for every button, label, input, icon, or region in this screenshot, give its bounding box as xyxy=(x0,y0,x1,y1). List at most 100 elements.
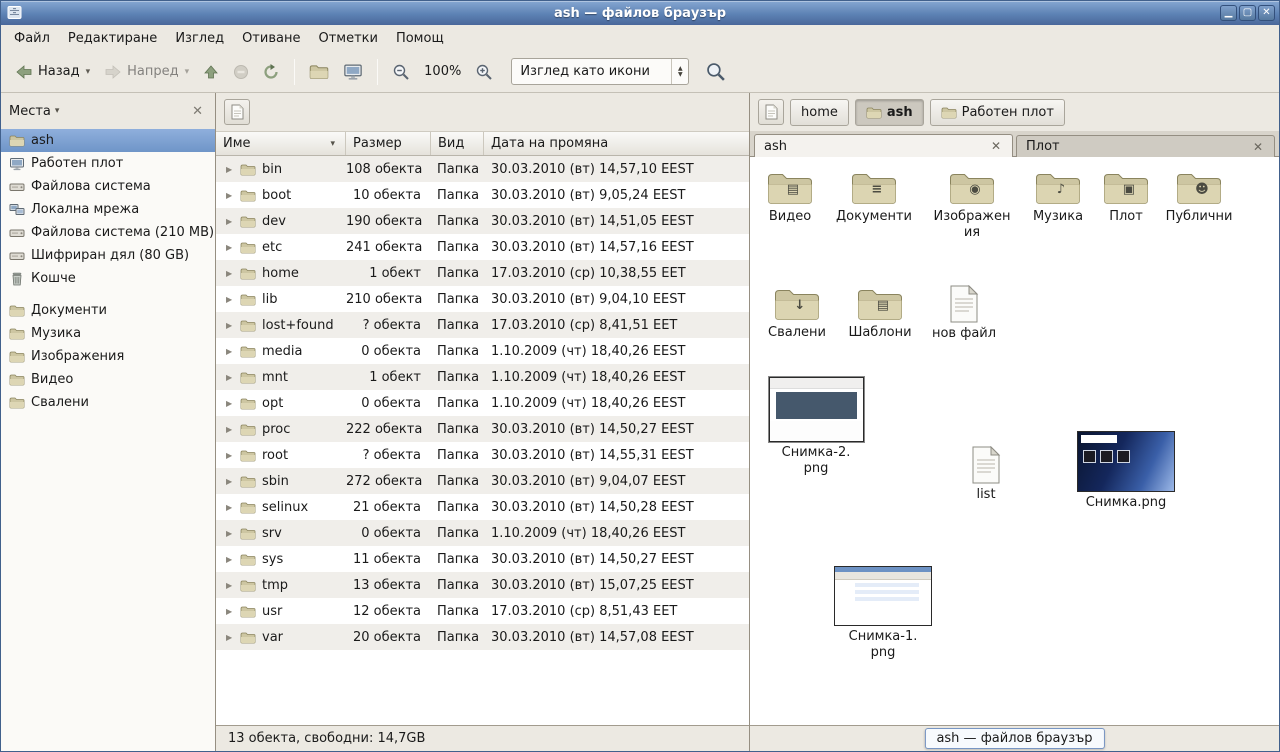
expander-icon[interactable]: ▶ xyxy=(226,295,234,304)
sidebar-item-Локална мрежа[interactable]: Локална мрежа xyxy=(1,198,215,221)
sidebar-item-Файлова система (210 MB)[interactable]: Файлова система (210 MB) xyxy=(1,221,215,244)
icon-item-list[interactable]: list xyxy=(946,446,1026,503)
expander-icon[interactable]: ▶ xyxy=(226,451,234,460)
sidebar-item-Изображения[interactable]: Изображения xyxy=(1,345,215,368)
sidebar-item-Видео[interactable]: Видео xyxy=(1,368,215,391)
icon-item-images[interactable]: ◉ Изображен ия xyxy=(928,169,1016,242)
icon-item-newfile[interactable]: нов файл xyxy=(924,285,1004,342)
expander-icon[interactable]: ▶ xyxy=(226,555,234,564)
table-row[interactable]: ▶var 20 обекта Папка 30.03.2010 (вт) 14,… xyxy=(216,624,749,650)
icon-item-docs[interactable]: ≡ Документи xyxy=(834,169,914,225)
table-row[interactable]: ▶dev 190 обекта Папка 30.03.2010 (вт) 14… xyxy=(216,208,749,234)
icon-item-plot[interactable]: ▣ Плот xyxy=(1086,169,1166,225)
tab-ash[interactable]: ash ✕ xyxy=(754,134,1013,157)
table-row[interactable]: ▶media 0 обекта Папка 1.10.2009 (чт) 18,… xyxy=(216,338,749,364)
search-button[interactable] xyxy=(701,57,730,86)
pane-location-button[interactable] xyxy=(758,99,784,125)
expander-icon[interactable]: ▶ xyxy=(226,165,234,174)
breadcrumb-home[interactable]: home xyxy=(790,99,849,126)
zoom-in-button[interactable] xyxy=(469,58,499,86)
expander-icon[interactable]: ▶ xyxy=(226,321,234,330)
table-row[interactable]: ▶lib 210 обекта Папка 30.03.2010 (вт) 9,… xyxy=(216,286,749,312)
menu-item-file[interactable]: Файл xyxy=(5,28,59,49)
table-row[interactable]: ▶boot 10 обекта Папка 30.03.2010 (вт) 9,… xyxy=(216,182,749,208)
location-toggle-button[interactable] xyxy=(224,99,250,125)
sidebar-item-Свалени[interactable]: Свалени xyxy=(1,391,215,414)
stop-button[interactable] xyxy=(227,59,255,85)
table-row[interactable]: ▶sbin 272 обекта Папка 30.03.2010 (вт) 9… xyxy=(216,468,749,494)
column-header-date[interactable]: Дата на промяна xyxy=(484,132,749,155)
expander-icon[interactable]: ▶ xyxy=(226,269,234,278)
sidebar-item-Документи[interactable]: Документи xyxy=(1,299,215,322)
sidebar-close-button[interactable]: ✕ xyxy=(188,102,207,121)
minimize-button[interactable]: ▁ xyxy=(1220,5,1237,21)
expander-icon[interactable]: ▶ xyxy=(226,607,234,616)
reload-button[interactable] xyxy=(257,59,286,85)
zoom-out-button[interactable] xyxy=(386,58,416,86)
table-row[interactable]: ▶proc 222 обекта Папка 30.03.2010 (вт) 1… xyxy=(216,416,749,442)
expander-icon[interactable]: ▶ xyxy=(226,373,234,382)
back-button[interactable]: Назад ▾ xyxy=(9,59,96,85)
expander-icon[interactable]: ▶ xyxy=(226,425,234,434)
table-row[interactable]: ▶bin 108 обекта Папка 30.03.2010 (вт) 14… xyxy=(216,156,749,182)
table-row[interactable]: ▶selinux 21 обекта Папка 30.03.2010 (вт)… xyxy=(216,494,749,520)
table-row[interactable]: ▶tmp 13 обекта Папка 30.03.2010 (вт) 15,… xyxy=(216,572,749,598)
expander-icon[interactable]: ▶ xyxy=(226,503,234,512)
sidebar-item-ash[interactable]: ash xyxy=(1,129,215,152)
sidebar-item-Работен плот[interactable]: Работен плот xyxy=(1,152,215,175)
expander-icon[interactable]: ▶ xyxy=(226,477,234,486)
icon-item-shot2[interactable]: Снимка-2. png xyxy=(764,377,868,478)
expander-icon[interactable]: ▶ xyxy=(226,191,234,200)
breadcrumb-ash[interactable]: ash xyxy=(855,99,924,126)
sidebar-item-Шифриран дял (80 GB)[interactable]: Шифриран дял (80 GB) xyxy=(1,244,215,267)
expander-icon[interactable]: ▶ xyxy=(226,529,234,538)
menu-item-bookmarks[interactable]: Отметки xyxy=(309,28,386,49)
menu-item-help[interactable]: Помощ xyxy=(387,28,453,49)
table-row[interactable]: ▶mnt 1 обект Папка 1.10.2009 (чт) 18,40,… xyxy=(216,364,749,390)
menu-item-view[interactable]: Изглед xyxy=(166,28,233,49)
forward-button[interactable]: Напред ▾ xyxy=(98,59,195,85)
icon-view[interactable]: ▤ Видео ≡ Документи ◉ Изображен ия ♪ Муз… xyxy=(750,157,1279,725)
icon-item-video[interactable]: ▤ Видео xyxy=(750,169,830,225)
sidebar-caret-icon[interactable]: ▾ xyxy=(55,106,60,116)
sidebar-item-Музика[interactable]: Музика xyxy=(1,322,215,345)
expander-icon[interactable]: ▶ xyxy=(226,347,234,356)
menu-item-go[interactable]: Отиване xyxy=(233,28,309,49)
column-header-size[interactable]: Размер xyxy=(346,132,431,155)
table-row[interactable]: ▶usr 12 обекта Папка 17.03.2010 (ср) 8,5… xyxy=(216,598,749,624)
table-row[interactable]: ▶opt 0 обекта Папка 1.10.2009 (чт) 18,40… xyxy=(216,390,749,416)
breadcrumb-Работен плот[interactable]: Работен плот xyxy=(930,99,1065,126)
icon-item-public[interactable]: ☻ Публични xyxy=(1156,169,1242,225)
computer-button[interactable] xyxy=(337,58,369,86)
expander-icon[interactable]: ▶ xyxy=(226,633,234,642)
tab-close-icon[interactable]: ✕ xyxy=(1251,140,1265,154)
up-button[interactable] xyxy=(197,59,225,85)
table-row[interactable]: ▶root ? обекта Папка 30.03.2010 (вт) 14,… xyxy=(216,442,749,468)
expander-icon[interactable]: ▶ xyxy=(226,399,234,408)
sidebar-item-Кошче[interactable]: Кошче xyxy=(1,267,215,290)
table-row[interactable]: ▶sys 11 обекта Папка 30.03.2010 (вт) 14,… xyxy=(216,546,749,572)
column-header-type[interactable]: Вид xyxy=(431,132,484,155)
icon-item-shot[interactable]: Снимка.png xyxy=(1074,431,1178,511)
titlebar[interactable]: ash — файлов браузър ▁ ▢ ✕ xyxy=(1,1,1279,25)
icon-item-shot1[interactable]: Снимка-1. png xyxy=(831,566,935,662)
icon-item-templates[interactable]: ▤ Шаблони xyxy=(840,285,920,341)
table-row[interactable]: ▶lost+found ? обекта Папка 17.03.2010 (с… xyxy=(216,312,749,338)
icon-item-downloads[interactable]: ↓ Свалени xyxy=(757,285,837,341)
close-button[interactable]: ✕ xyxy=(1258,5,1275,21)
expander-icon[interactable]: ▶ xyxy=(226,581,234,590)
maximize-button[interactable]: ▢ xyxy=(1239,5,1256,21)
sidebar-item-Файлова система[interactable]: Файлова система xyxy=(1,175,215,198)
table-row[interactable]: ▶srv 0 обекта Папка 1.10.2009 (чт) 18,40… xyxy=(216,520,749,546)
tab-close-icon[interactable]: ✕ xyxy=(989,139,1003,153)
home-button[interactable] xyxy=(303,58,335,85)
sidebar-title[interactable]: Места xyxy=(9,104,51,119)
table-row[interactable]: ▶etc 241 обекта Папка 30.03.2010 (вт) 14… xyxy=(216,234,749,260)
expander-icon[interactable]: ▶ xyxy=(226,243,234,252)
table-row[interactable]: ▶home 1 обект Папка 17.03.2010 (ср) 10,3… xyxy=(216,260,749,286)
expander-icon[interactable]: ▶ xyxy=(226,217,234,226)
menu-item-edit[interactable]: Редактиране xyxy=(59,28,166,49)
spinner-arrows-icon[interactable]: ▲▼ xyxy=(671,59,688,84)
view-mode-select[interactable]: Изглед като икони ▲▼ xyxy=(511,58,689,85)
column-header-name[interactable]: Име▾ xyxy=(216,132,346,155)
